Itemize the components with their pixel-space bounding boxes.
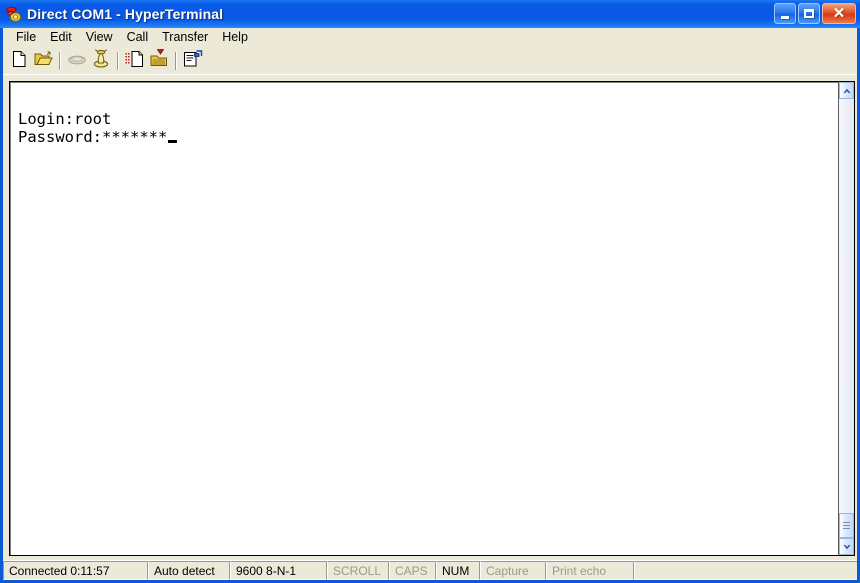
scrollbar-grip-icon [843, 522, 850, 529]
toolbar-separator [117, 52, 119, 70]
terminal-screen[interactable]: Login:root Password:******* [9, 81, 838, 556]
menu-call[interactable]: Call [120, 29, 156, 47]
menu-view[interactable]: View [79, 29, 120, 47]
toolbar-separator [59, 52, 61, 70]
terminal-line-login: Login:root [18, 110, 112, 128]
phone-handset-icon [3, 4, 23, 24]
minimize-button[interactable] [774, 3, 796, 24]
disconnect-button[interactable] [89, 49, 113, 73]
status-scroll-lock: SCROLL [327, 561, 389, 580]
status-print-echo: Print echo [546, 561, 634, 580]
send-file-button[interactable] [123, 50, 147, 73]
new-connection-button[interactable] [7, 50, 31, 73]
properties-button[interactable] [181, 49, 205, 73]
properties-icon [183, 49, 203, 73]
menu-bar: File Edit View Call Transfer Help [3, 28, 857, 48]
status-auto-detect: Auto detect [148, 561, 230, 580]
client-area: File Edit View Call Transfer Help Login:… [3, 28, 857, 580]
status-capture: Capture [480, 561, 546, 580]
minimize-icon [781, 15, 789, 19]
title-bar[interactable]: Direct COM1 - HyperTerminal ✕ [0, 0, 860, 28]
maximize-button[interactable] [798, 3, 820, 24]
scroll-up-button[interactable] [839, 82, 854, 99]
status-line-settings: 9600 8-N-1 [230, 561, 327, 580]
call-phone-icon [67, 51, 87, 72]
close-icon: ✕ [832, 5, 846, 22]
send-file-icon [125, 50, 145, 73]
status-connected: Connected 0:11:57 [3, 561, 148, 580]
call-button[interactable] [65, 50, 89, 73]
menu-file[interactable]: File [9, 29, 43, 47]
hyperterminal-window: Direct COM1 - HyperTerminal ✕ File Edit … [0, 0, 860, 583]
status-num-lock: NUM [436, 561, 480, 580]
menu-transfer[interactable]: Transfer [155, 29, 215, 47]
terminal-cursor [168, 140, 178, 143]
vertical-scrollbar[interactable] [838, 81, 855, 556]
new-connection-icon [11, 50, 28, 73]
status-caps-lock: CAPS [389, 561, 436, 580]
toolbar [3, 48, 857, 75]
toolbar-separator [175, 52, 177, 70]
terminal-output: Login:root Password:******* [18, 110, 178, 146]
terminal-container: Login:root Password:******* [3, 75, 857, 560]
window-controls: ✕ [774, 3, 856, 24]
scroll-down-button[interactable] [839, 538, 854, 555]
scrollbar-thumb[interactable] [839, 513, 854, 538]
status-filler [634, 561, 857, 580]
terminal-line-password: Password:******* [18, 128, 168, 146]
menu-edit[interactable]: Edit [43, 29, 79, 47]
menu-help[interactable]: Help [215, 29, 255, 47]
close-button[interactable]: ✕ [822, 3, 856, 24]
disconnect-phone-icon [92, 49, 110, 73]
receive-file-button[interactable] [147, 49, 171, 73]
chevron-down-icon [843, 544, 850, 549]
chevron-up-icon [843, 88, 850, 93]
status-bar: Connected 0:11:57 Auto detect 9600 8-N-1… [3, 560, 857, 580]
window-title: Direct COM1 - HyperTerminal [27, 6, 224, 22]
scrollbar-track[interactable] [839, 99, 854, 538]
open-folder-icon [34, 50, 53, 73]
maximize-icon [804, 9, 814, 18]
open-folder-button[interactable] [31, 50, 55, 73]
receive-file-icon [149, 49, 169, 73]
